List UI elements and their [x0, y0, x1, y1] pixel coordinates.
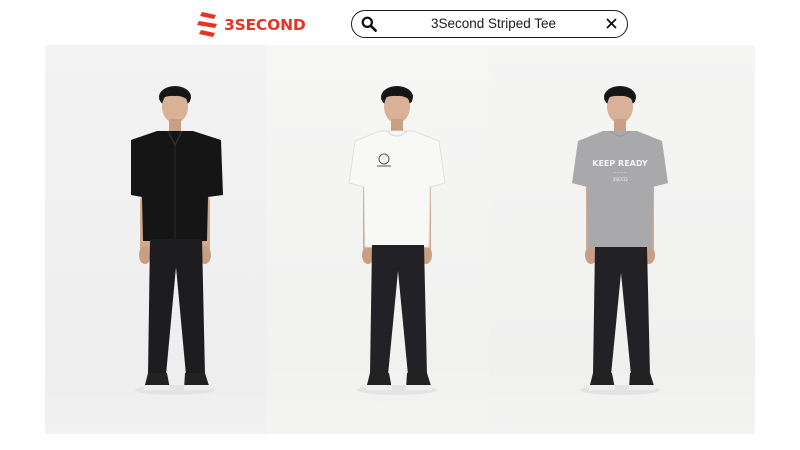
- product-card-grey-tee[interactable]: KEEP READY ········· 3SECD: [489, 45, 755, 434]
- close-icon: [606, 18, 617, 29]
- logo-mark-icon: [197, 12, 217, 37]
- search-bar[interactable]: [351, 10, 628, 38]
- product-gallery: KEEP READY ········· 3SECD: [45, 45, 755, 434]
- clear-search-button[interactable]: [602, 14, 621, 33]
- product-photo-grey-tee: KEEP READY ········· 3SECD: [489, 45, 755, 434]
- product-card-white-tee[interactable]: [267, 45, 489, 434]
- search-icon[interactable]: [361, 16, 377, 32]
- brand-name: 3SECOND: [224, 16, 306, 34]
- tee-print-line-3: 3SECD: [612, 177, 628, 183]
- product-photo-white-tee: [267, 45, 489, 434]
- brand-logo[interactable]: 3SECOND: [196, 11, 306, 39]
- tee-print-line-1: KEEP READY: [592, 159, 648, 168]
- search-input[interactable]: [392, 11, 595, 36]
- product-card-black-shirt[interactable]: [45, 45, 267, 434]
- tee-print-line-2: ·········: [614, 171, 627, 176]
- product-photo-black-shirt: [45, 45, 267, 434]
